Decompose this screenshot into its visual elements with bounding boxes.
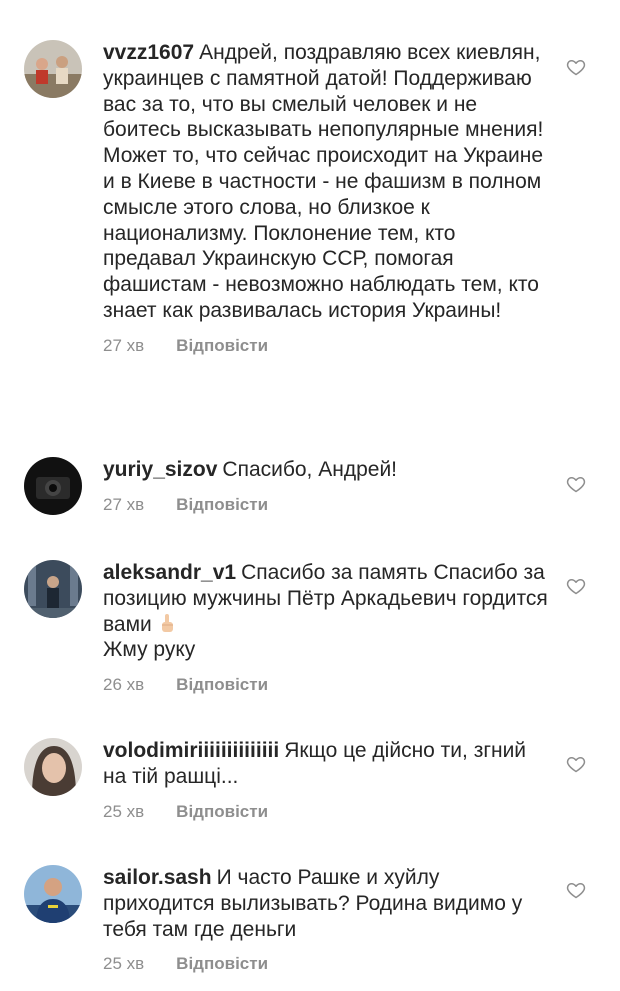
comment-meta: 27 хв Відповісти — [103, 495, 553, 515]
avatar[interactable] — [24, 457, 82, 515]
index-pointing-up-emoji — [156, 612, 178, 634]
avatar[interactable] — [24, 865, 82, 923]
comment-username[interactable]: yuriy_sizov — [103, 458, 217, 481]
heart-outline-icon[interactable] — [566, 880, 586, 900]
reply-button[interactable]: Відповісти — [176, 802, 268, 822]
reply-button[interactable]: Відповісти — [176, 954, 268, 974]
comment-username[interactable]: aleksandr_v1 — [103, 561, 236, 584]
comment-text: volodimiriiiiiiiiiiiiii Якщо це дійсно ти… — [103, 738, 553, 790]
comment-body: Спасибо, Андрей! — [222, 458, 398, 481]
comment-meta: 25 хв Відповісти — [103, 954, 553, 974]
comment-text: yuriy_sizov Спасибо, Андрей! — [103, 457, 553, 483]
heart-outline-icon[interactable] — [566, 754, 586, 774]
comment-meta: 25 хв Відповісти — [103, 802, 553, 822]
comment-username[interactable]: vvzz1607 — [103, 41, 194, 64]
reply-button[interactable]: Відповісти — [176, 675, 268, 695]
avatar[interactable] — [24, 40, 82, 98]
comment-time: 27 хв — [103, 494, 145, 514]
heart-outline-icon[interactable] — [566, 474, 586, 494]
comment-text: vvzz1607 Андрей, поздравляю всех киевлян,… — [103, 40, 553, 324]
comment-username[interactable]: volodimiriiiiiiiiiiiiii — [103, 739, 279, 762]
comment-meta: 27 хв Відповісти — [103, 336, 553, 356]
comment-text: aleksandr_v1 Спасибо за память Спасибо за… — [103, 560, 553, 663]
avatar[interactable] — [24, 738, 82, 796]
comment-time: 27 хв — [103, 335, 145, 355]
reply-button[interactable]: Відповісти — [176, 336, 268, 356]
comment-time: 26 хв — [103, 675, 145, 695]
heart-outline-icon[interactable] — [566, 57, 586, 77]
comment-time: 25 хв — [103, 801, 145, 821]
comment-meta: 26 хв Відповісти — [103, 675, 553, 695]
comment-username[interactable]: sailor.sash — [103, 866, 212, 889]
avatar[interactable] — [24, 560, 82, 618]
comment-body: Андрей, поздравляю всех киевлян, украинц… — [103, 41, 544, 322]
heart-outline-icon[interactable] — [566, 576, 586, 596]
comment-time: 25 хв — [103, 954, 145, 974]
comment-text: sailor.sash И часто Рашке и хуйлу приходи… — [103, 865, 553, 942]
reply-button[interactable]: Відповісти — [176, 495, 268, 515]
comment-body-line2: Жму руку — [103, 638, 196, 662]
